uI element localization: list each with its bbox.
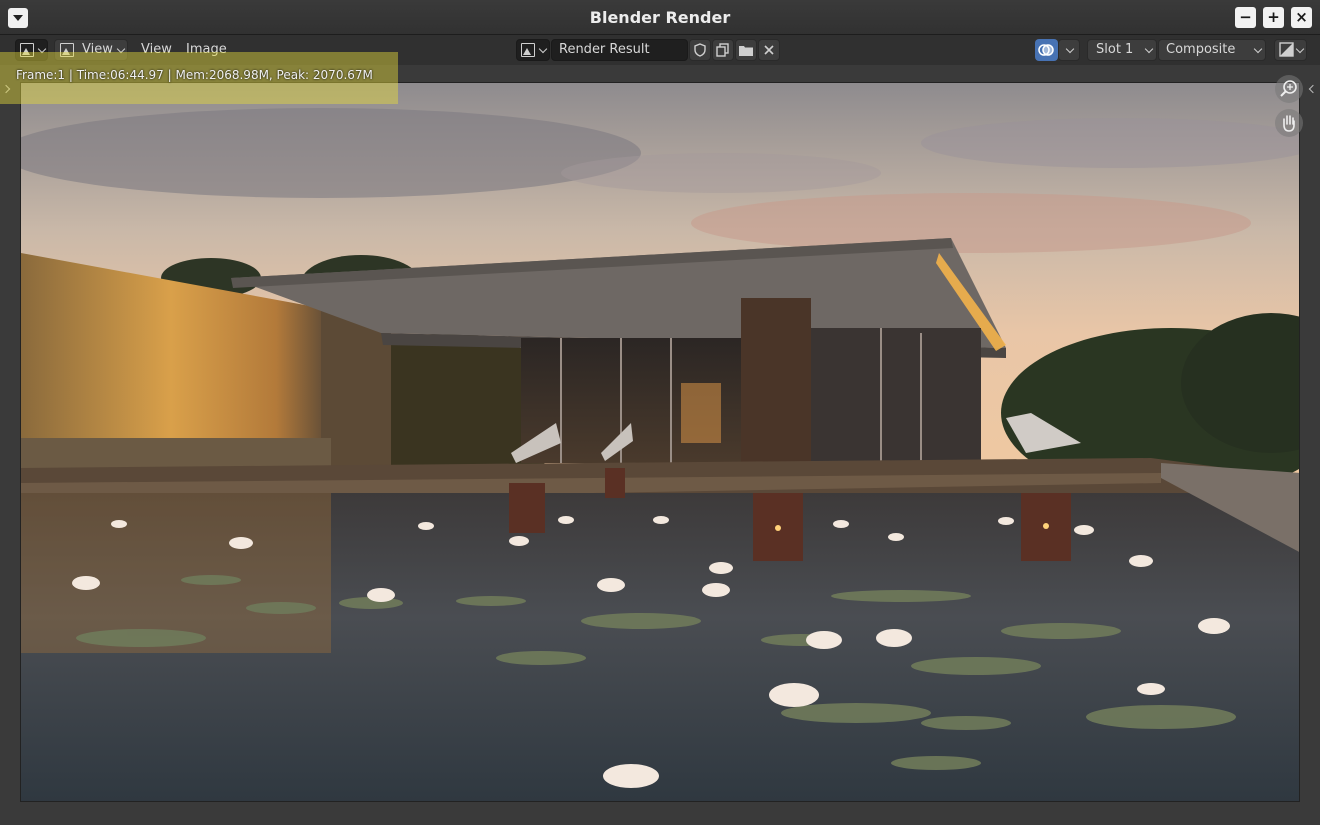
render-result-image (20, 82, 1300, 802)
window-title: Blender Render (589, 8, 731, 27)
hand-icon (1283, 115, 1295, 132)
editor-type-button[interactable] (15, 39, 48, 61)
display-channels-dropdown[interactable] (1274, 39, 1307, 61)
maximize-button[interactable]: + (1263, 7, 1284, 28)
menu-image[interactable]: Image (186, 42, 227, 57)
image-name-field[interactable]: Render Result (551, 39, 688, 61)
new-image-button[interactable] (712, 39, 734, 61)
minimize-button[interactable]: − (1235, 7, 1256, 28)
menu-view[interactable]: View (141, 42, 172, 57)
browse-image-button[interactable] (516, 39, 550, 61)
layer-dropdown[interactable]: Composite (1158, 39, 1266, 61)
fake-user-button[interactable] (689, 39, 711, 61)
folder-icon (739, 46, 753, 56)
duplicate-icon (716, 43, 729, 57)
close-window-button[interactable]: × (1291, 7, 1312, 28)
title-bar: Blender Render − + × (0, 0, 1320, 35)
view-mode-dropdown[interactable]: View (54, 39, 128, 61)
zoom-gizmo[interactable] (1275, 75, 1303, 103)
view-mode-label: View (82, 42, 113, 57)
render-illustration (21, 83, 1299, 801)
overlay-icon (1038, 44, 1054, 56)
render-info-text: Frame:1 | Time:06:44.97 | Mem:2068.98M, … (16, 68, 373, 82)
image-icon (521, 43, 535, 57)
shield-icon (694, 43, 706, 57)
overlays-toggle[interactable] (1035, 39, 1058, 61)
open-image-button[interactable] (735, 39, 757, 61)
layer-value: Composite (1166, 42, 1236, 57)
image-icon (60, 43, 74, 57)
image-editor-icon (20, 43, 34, 57)
pan-gizmo[interactable] (1275, 109, 1303, 137)
slot-value: Slot 1 (1096, 42, 1134, 57)
display-channels-icon (1279, 42, 1294, 57)
image-editor-header: View View Image Render Result Slot 1 Com… (0, 35, 1320, 65)
close-icon (764, 45, 774, 55)
overlays-dropdown[interactable] (1058, 39, 1080, 61)
zoom-icon (1280, 80, 1297, 97)
slot-dropdown[interactable]: Slot 1 (1087, 39, 1157, 61)
unlink-image-button[interactable] (758, 39, 780, 61)
image-name-value: Render Result (559, 42, 650, 57)
